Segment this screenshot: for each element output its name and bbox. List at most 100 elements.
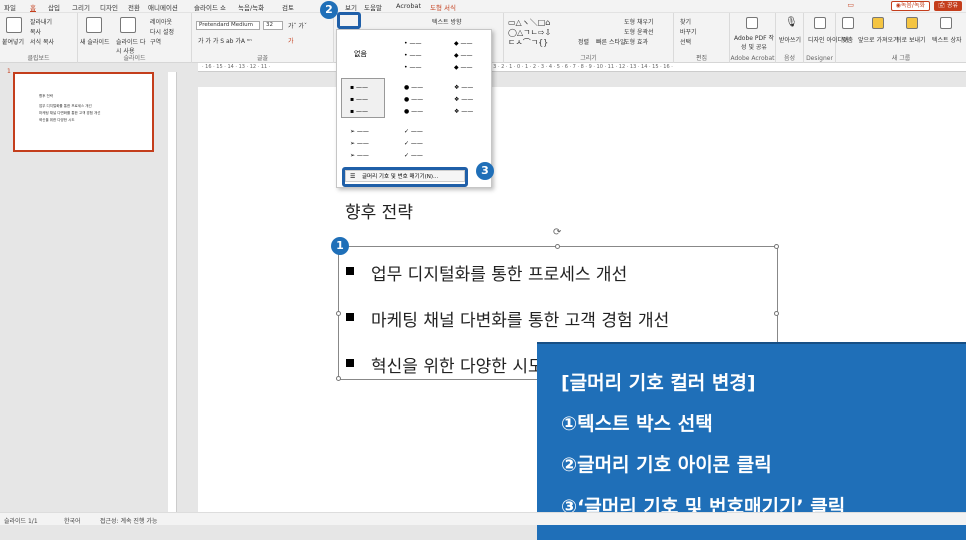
reset-button[interactable]: 다시 설정 bbox=[150, 27, 174, 36]
bring-forward-button[interactable]: 앞으로 가져오기 bbox=[858, 35, 899, 44]
thumbnail-item: 혁신을 위한 다양한 시도 bbox=[39, 118, 75, 122]
paste-icon[interactable] bbox=[6, 17, 22, 33]
menu-home[interactable]: 홈 bbox=[30, 2, 36, 12]
dictate-button[interactable]: 받아쓰기 bbox=[779, 35, 801, 44]
quick-styles-button[interactable]: 빠른 스타일 bbox=[596, 37, 626, 46]
menu-review[interactable]: 검토 bbox=[282, 2, 294, 12]
resize-handle[interactable] bbox=[774, 311, 779, 316]
editing-group: 찾기 바꾸기 선택 편집 bbox=[674, 13, 730, 63]
format-painter-button[interactable]: 서식 복사 bbox=[30, 37, 54, 46]
menu-acrobat[interactable]: Acrobat bbox=[396, 2, 421, 10]
textbox-button[interactable]: 텍스트 상자 bbox=[932, 35, 962, 44]
menu-shape-format[interactable]: 도형 서식 bbox=[430, 2, 456, 12]
designer-icon[interactable] bbox=[814, 17, 826, 29]
resize-handle[interactable] bbox=[336, 311, 341, 316]
highlight-bullets-button bbox=[337, 12, 361, 29]
new-group: 맞춤 앞으로 가져오기 뒤로 보내기 텍스트 상자 새 그룹 bbox=[836, 13, 966, 63]
menu-file[interactable]: 파일 bbox=[4, 2, 16, 12]
shape-outline-button[interactable]: 도형 윤곽선 bbox=[624, 27, 654, 36]
font-style-buttons[interactable]: 가 가 가 S ab 가A ⁿⁿ bbox=[198, 36, 252, 45]
select-button[interactable]: 선택 bbox=[680, 37, 691, 46]
font-color-button[interactable]: 가 bbox=[288, 36, 294, 45]
bullet-marker bbox=[346, 359, 354, 367]
menu-transitions[interactable]: 전환 bbox=[128, 2, 140, 12]
slide-thumbnail[interactable]: 향후 전략 업무 디지털화를 통한 프로세스 개선 마케팅 채널 다변화를 통한… bbox=[13, 72, 154, 152]
shape-fill-button[interactable]: 도형 채우기 bbox=[624, 17, 654, 26]
menu-design[interactable]: 디자인 bbox=[100, 2, 118, 12]
callout-step: ①텍스트 박스 선택 bbox=[561, 413, 713, 435]
paste-button[interactable]: 붙여넣기 bbox=[2, 37, 24, 46]
reuse-slide-icon[interactable] bbox=[120, 17, 136, 33]
new-group-label: 새 그룹 bbox=[891, 55, 911, 62]
layout-button[interactable]: 레이아웃 bbox=[150, 17, 172, 26]
menu-record[interactable]: 녹음/녹화 bbox=[238, 2, 264, 12]
shapes-gallery-row3[interactable]: ㄷㅅ⌒ㄱ{} bbox=[508, 37, 548, 48]
slide-counter: 슬라이드 1/1 bbox=[4, 518, 38, 525]
accessibility-status[interactable]: 접근성: 계속 진행 가능 bbox=[100, 516, 157, 525]
menu-help[interactable]: 도움말 bbox=[364, 2, 382, 12]
font-size-select[interactable]: 32 bbox=[263, 21, 283, 30]
share-button[interactable]: 🖆 공유 bbox=[934, 1, 962, 11]
section-button[interactable]: 구역 bbox=[150, 37, 161, 46]
resize-handle[interactable] bbox=[555, 244, 560, 249]
bullet-option-none[interactable]: 없음 bbox=[341, 34, 385, 74]
bullet-option-diamond[interactable]: ◆ —— ◆ —— ◆ —— bbox=[441, 34, 485, 74]
callout-step: ②글머리 기호 아이콘 클릭 bbox=[561, 454, 772, 476]
adobe-pdf-icon[interactable] bbox=[746, 17, 758, 29]
bullet-option-star[interactable]: ❖ —— ❖ —— ❖ —— bbox=[441, 78, 485, 118]
copy-button[interactable]: 복사 bbox=[30, 27, 41, 36]
align-icon[interactable] bbox=[842, 17, 854, 29]
replace-button[interactable]: 바꾸기 bbox=[680, 27, 697, 36]
bring-forward-icon[interactable] bbox=[872, 17, 884, 29]
callout-title: [글머리 기호 컬러 변경] bbox=[561, 372, 756, 394]
none-label: 없음 bbox=[354, 50, 367, 58]
instruction-callout: [글머리 기호 컬러 변경] ①텍스트 박스 선택 ②글머리 기호 아이콘 클릭… bbox=[537, 342, 966, 540]
slide-title[interactable]: 향후 전략 bbox=[345, 198, 413, 223]
bullet-text[interactable]: 업무 디지털화를 통한 프로세스 개선 bbox=[371, 260, 627, 285]
menu-draw[interactable]: 그리기 bbox=[72, 2, 90, 12]
bullet-option-square[interactable]: ▪ —— ▪ —— ▪ —— bbox=[341, 78, 385, 118]
resize-handle[interactable] bbox=[774, 244, 779, 249]
thumbnail-title: 향후 전략 bbox=[39, 94, 53, 98]
record-button[interactable]: ◉녹음/녹화 bbox=[890, 1, 930, 11]
menu-slideshow[interactable]: 슬라이드 쇼 bbox=[194, 2, 226, 12]
bullet-option-arrow[interactable]: ➢ —— ➢ —— ➢ —— bbox=[341, 122, 385, 162]
horizontal-ruler: · 16 · 15 · 14 · 13 · 12 · 11 · · 3 · 2 … bbox=[198, 63, 966, 72]
comment-icon[interactable]: ▭ bbox=[847, 1, 854, 9]
slides-label: 슬라이드 bbox=[123, 55, 146, 62]
bullet-option-small-dot[interactable]: • —— • —— • —— bbox=[391, 34, 435, 74]
clipboard-label: 클립보드 bbox=[27, 55, 50, 62]
bullet-text[interactable]: 혁신을 위한 다양한 시도 bbox=[371, 352, 544, 377]
shape-effects-button[interactable]: 도형 효과 bbox=[624, 37, 648, 46]
font-label: 글꼴 bbox=[256, 55, 269, 62]
cut-button[interactable]: 잘라내기 bbox=[30, 17, 52, 26]
rotate-handle-icon[interactable]: ⟳ bbox=[553, 227, 561, 238]
resize-handle[interactable] bbox=[336, 376, 341, 381]
bullet-option-large-dot[interactable]: ● —— ● —— ● —— bbox=[391, 78, 435, 118]
font-grow-shrink[interactable]: 가ˆ 가ˇ bbox=[288, 21, 307, 30]
new-slide-icon[interactable] bbox=[86, 17, 102, 33]
new-slide-button[interactable]: 새 슬라이드 bbox=[80, 37, 110, 46]
text-direction-button[interactable]: 텍스트 방향 bbox=[432, 17, 462, 26]
send-backward-icon[interactable] bbox=[906, 17, 918, 29]
textbox-icon[interactable] bbox=[940, 17, 952, 29]
microphone-icon[interactable]: 🎙 bbox=[785, 17, 798, 28]
menu-insert[interactable]: 삽입 bbox=[48, 2, 60, 12]
font-name-select[interactable]: Pretendard Medium bbox=[196, 21, 260, 30]
menu-animations[interactable]: 애니메이션 bbox=[148, 2, 178, 12]
align-button[interactable]: 맞춤 bbox=[842, 35, 853, 44]
editing-label: 편집 bbox=[695, 55, 708, 62]
drawing-label: 그리기 bbox=[580, 55, 597, 62]
thumbnail-number: 1 bbox=[7, 68, 11, 75]
bullet-option-check[interactable]: ✓ —— ✓ —— ✓ —— bbox=[391, 122, 435, 162]
step-marker: 3 bbox=[476, 162, 494, 180]
language-indicator[interactable]: 한국어 bbox=[64, 516, 81, 525]
menu-view[interactable]: 보기 bbox=[345, 2, 357, 12]
thumbnail-item: 업무 디지털화를 통한 프로세스 개선 bbox=[39, 104, 92, 108]
adobe-pdf-button[interactable]: Adobe PDF 작성 및 공유 bbox=[733, 33, 775, 51]
bullet-text[interactable]: 마케팅 채널 다변화를 통한 고객 경험 개선 bbox=[371, 306, 669, 331]
send-backward-button[interactable]: 뒤로 보내기 bbox=[896, 35, 926, 44]
acrobat-group: Adobe PDF 작성 및 공유 Adobe Acrobat bbox=[730, 13, 776, 63]
arrange-button[interactable]: 정렬 bbox=[578, 37, 589, 46]
find-button[interactable]: 찾기 bbox=[680, 17, 691, 26]
